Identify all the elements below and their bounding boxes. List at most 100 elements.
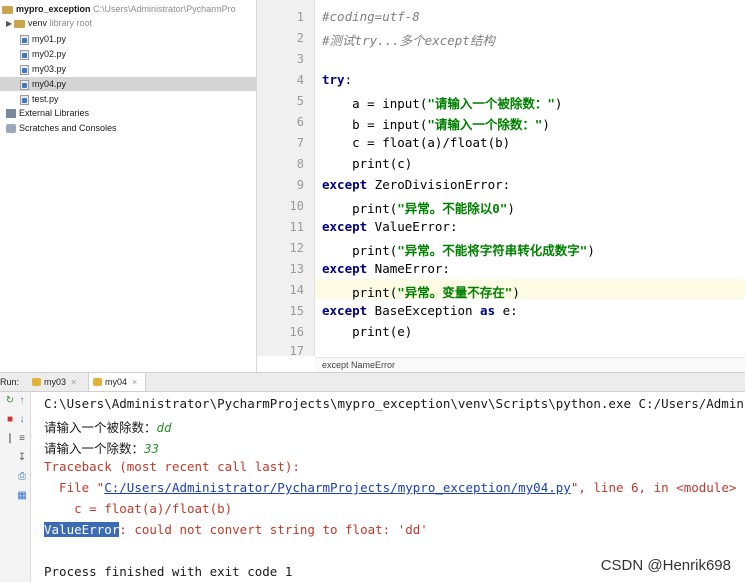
line-number: 9 bbox=[296, 178, 304, 192]
code-line: a = input("请输入一个被除数：") bbox=[322, 93, 562, 112]
tree-item-file[interactable]: test.py bbox=[20, 92, 59, 106]
external-libraries-label: External Libraries bbox=[19, 108, 90, 118]
console-prompt: 请输入一个被除数： bbox=[44, 420, 157, 435]
rerun-icon[interactable]: ↻ bbox=[4, 395, 16, 407]
code-line: except NameError: bbox=[322, 261, 450, 276]
print-icon[interactable]: ⎙ bbox=[16, 471, 28, 483]
console-line: 请输入一个除数：33 bbox=[44, 438, 159, 457]
code-text: ) bbox=[587, 243, 595, 258]
console-prompt: 请输入一个除数： bbox=[44, 441, 145, 456]
trash-icon[interactable]: ▦ bbox=[16, 490, 28, 502]
run-tool-window-header: Run: my03 × my04 × bbox=[0, 372, 745, 392]
line-number: 1 bbox=[296, 10, 304, 24]
tree-item-venv[interactable]: ▶ venv library root bbox=[6, 16, 92, 30]
code-text: print( bbox=[322, 285, 398, 300]
code-line: except BaseException as e: bbox=[322, 303, 518, 318]
code-line: try: bbox=[322, 72, 352, 87]
string-literal: "异常。变量不存在" bbox=[397, 285, 513, 300]
python-file-icon bbox=[20, 94, 29, 105]
folder-icon bbox=[14, 19, 25, 28]
code-line: print("异常。不能除以0") bbox=[322, 198, 515, 217]
keyword: except bbox=[322, 261, 368, 276]
folder-icon bbox=[2, 5, 13, 14]
line-number: 17 bbox=[289, 344, 304, 358]
code-line: print("异常。变量不存在") bbox=[322, 282, 520, 301]
soft-wrap-icon[interactable]: ≡ bbox=[16, 433, 28, 445]
code-line: c = float(a)/float(b) bbox=[322, 135, 511, 150]
python-file-icon bbox=[20, 79, 29, 90]
line-number: 8 bbox=[296, 157, 304, 171]
scratches-label: Scratches and Consoles bbox=[19, 123, 117, 133]
up-arrow-icon[interactable]: ↑ bbox=[16, 395, 28, 407]
error-message: : could not convert string to float: 'dd… bbox=[119, 522, 428, 537]
project-root[interactable]: mypro_exception C:\Users\Administrator\P… bbox=[2, 2, 236, 16]
traceback-code-line: c = float(a)/float(b) bbox=[44, 501, 233, 516]
project-root-path: C:\Users\Administrator\PycharmPro bbox=[93, 4, 236, 14]
code-text: a = input( bbox=[322, 96, 428, 111]
keyword: except bbox=[322, 303, 368, 318]
line-number: 10 bbox=[289, 199, 304, 213]
code-line: print(e) bbox=[322, 324, 413, 339]
line-number: 14 bbox=[289, 283, 304, 297]
line-number: 11 bbox=[289, 220, 304, 234]
project-tool-window: mypro_exception C:\Users\Administrator\P… bbox=[0, 0, 257, 372]
venv-note: library root bbox=[49, 18, 93, 28]
string-literal: "异常。不能除以0" bbox=[397, 201, 508, 216]
line-number: 4 bbox=[296, 73, 304, 87]
file-label: my04.py bbox=[32, 79, 67, 89]
console-line: 请输入一个被除数：dd bbox=[44, 417, 172, 436]
error-line: ValueError: could not convert string to … bbox=[44, 522, 428, 537]
tree-item-file[interactable]: my03.py bbox=[20, 62, 66, 76]
chevron-right-icon[interactable]: ▶ bbox=[6, 17, 14, 31]
tree-item-file[interactable]: my01.py bbox=[20, 32, 66, 46]
code-text: ) bbox=[554, 96, 563, 111]
traceback-text: File " bbox=[44, 480, 105, 495]
tree-item-file[interactable]: my02.py bbox=[20, 47, 66, 61]
code-line: except ZeroDivisionError: bbox=[322, 177, 510, 192]
code-text: print( bbox=[322, 201, 398, 216]
tab-my04[interactable]: my04 × bbox=[88, 373, 147, 391]
string-literal: "请输入一个被除数：" bbox=[427, 96, 555, 111]
code-line: b = input("请输入一个除数：") bbox=[322, 114, 550, 133]
keyword: except bbox=[322, 177, 368, 192]
line-number: 2 bbox=[296, 31, 304, 45]
file-label: my02.py bbox=[32, 49, 67, 59]
editor-breadcrumb[interactable]: except NameError bbox=[315, 357, 745, 372]
line-number: 7 bbox=[296, 136, 304, 150]
console-output[interactable]: C:\Users\Administrator\PycharmProjects\m… bbox=[31, 392, 745, 582]
code-text: b = input( bbox=[322, 117, 428, 132]
keyword: as bbox=[480, 303, 496, 318]
line-number: 3 bbox=[296, 52, 304, 66]
pause-icon[interactable]: ❙ bbox=[4, 433, 16, 445]
project-root-name: mypro_exception bbox=[16, 4, 91, 14]
traceback-file-link[interactable]: C:/Users/Administrator/PycharmProjects/m… bbox=[104, 480, 571, 495]
stop-icon[interactable]: ■ bbox=[4, 414, 16, 426]
error-type-selected[interactable]: ValueError bbox=[44, 522, 120, 537]
watermark: CSDN @Henrik698 bbox=[600, 557, 731, 574]
close-icon[interactable]: × bbox=[71, 377, 76, 387]
tree-item-external-libraries[interactable]: External Libraries bbox=[6, 106, 89, 120]
close-icon[interactable]: × bbox=[132, 377, 137, 387]
scroll-to-end-icon[interactable]: ↧ bbox=[16, 452, 28, 464]
code-text: ) bbox=[512, 285, 520, 300]
line-number: 5 bbox=[296, 94, 304, 108]
library-icon bbox=[6, 109, 16, 119]
code-line: print("异常。不能将字符串转化成数字") bbox=[322, 240, 595, 259]
tree-item-scratches[interactable]: Scratches and Consoles bbox=[6, 121, 117, 135]
run-label: Run: bbox=[0, 377, 20, 387]
keyword: except bbox=[322, 219, 368, 234]
python-file-icon bbox=[20, 34, 29, 45]
line-number: 15 bbox=[289, 304, 304, 318]
string-literal: "异常。不能将字符串转化成数字" bbox=[397, 243, 588, 258]
tree-item-file-selected[interactable]: my04.py bbox=[0, 77, 256, 91]
file-label: test.py bbox=[32, 94, 59, 104]
code-text: BaseException bbox=[367, 303, 481, 318]
traceback-header: Traceback (most recent call last): bbox=[44, 459, 300, 474]
console-user-input: 33 bbox=[144, 441, 160, 456]
code-text: ValueError: bbox=[367, 219, 458, 234]
code-editor[interactable]: 1 2 3 4 5 6 7 8 9 10 11 12 13 14 15 16 1… bbox=[257, 0, 745, 372]
code-line: print(c) bbox=[322, 156, 413, 171]
tab-my03[interactable]: my03 × bbox=[28, 373, 84, 391]
down-arrow-icon[interactable]: ↓ bbox=[16, 414, 28, 426]
code-line: #测试try...多个except结构 bbox=[322, 33, 495, 48]
